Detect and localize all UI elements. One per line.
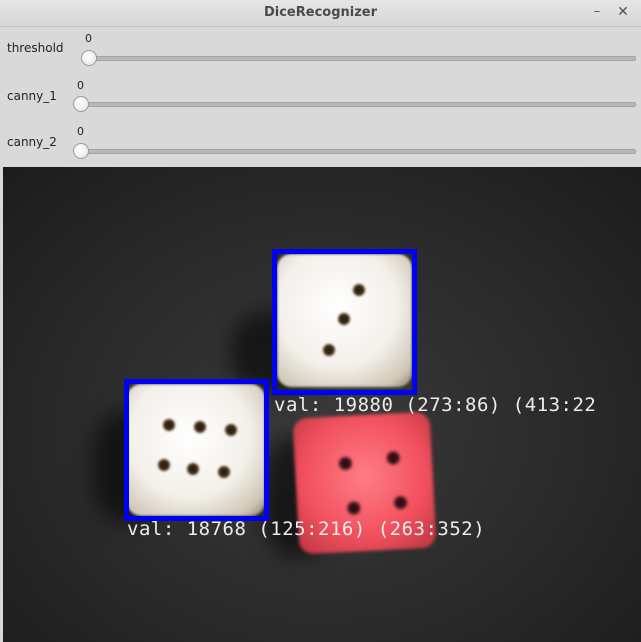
camera-frame: val: 19880 (273:86) (413:22 val: 18768 (…	[3, 167, 641, 642]
threshold-label: threshold	[7, 41, 64, 55]
minimize-icon[interactable]: –	[588, 3, 606, 21]
detection-label: val: 18768 (125:216) (263:352)	[127, 518, 486, 540]
detection-label: val: 19880 (273:86) (413:22	[274, 394, 597, 416]
title-bar: DiceRecognizer – ✕	[0, 0, 641, 27]
threshold-value: 0	[85, 32, 92, 45]
threshold-slider-thumb[interactable]	[81, 50, 97, 66]
detection-box	[124, 379, 269, 521]
die-pip	[393, 495, 408, 510]
die-pip	[338, 456, 353, 471]
canny1-slider-thumb[interactable]	[73, 96, 89, 112]
trackbar-panel: threshold 0 canny_1 0 canny_2 0	[0, 27, 641, 167]
die-pip	[346, 501, 361, 515]
canny1-slider-track[interactable]	[80, 102, 636, 107]
canny1-label: canny_1	[7, 89, 57, 103]
window-title: DiceRecognizer	[263, 5, 378, 20]
canny2-value: 0	[77, 125, 84, 138]
detection-box	[272, 249, 417, 395]
canny2-slider-track[interactable]	[80, 149, 636, 154]
die-pip	[386, 451, 401, 465]
canny2-label: canny_2	[7, 135, 57, 149]
threshold-slider-track[interactable]	[88, 56, 636, 61]
canny2-slider-thumb[interactable]	[73, 143, 89, 159]
close-icon[interactable]: ✕	[614, 3, 632, 21]
canny1-value: 0	[77, 79, 84, 92]
